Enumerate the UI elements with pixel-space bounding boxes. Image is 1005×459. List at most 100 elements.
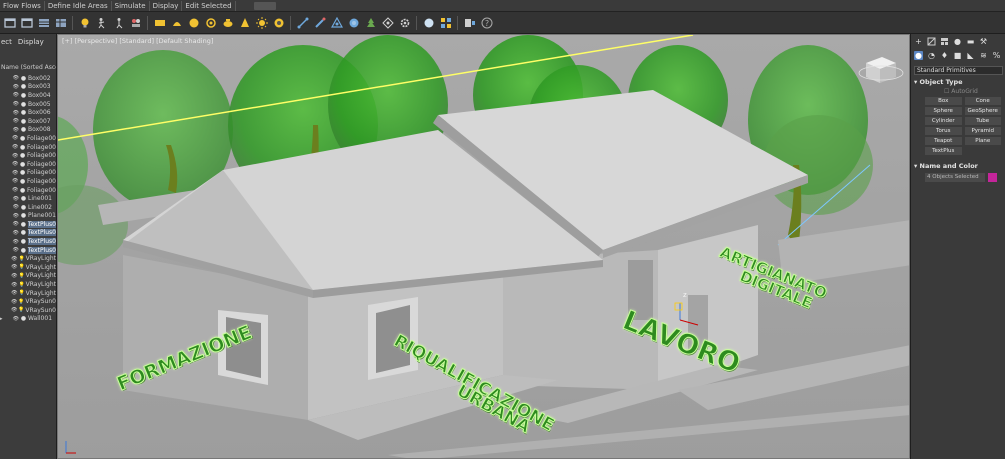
- sphere-icon[interactable]: [421, 15, 436, 30]
- perspective-viewport[interactable]: z [+] [Perspective] [Standard] [Default …: [57, 34, 910, 459]
- explorer-item[interactable]: 👁 ● Foliage00: [0, 160, 56, 169]
- cone-icon[interactable]: [237, 15, 252, 30]
- render-icon[interactable]: [462, 15, 477, 30]
- node-icon[interactable]: [295, 15, 310, 30]
- geometry-icon[interactable]: ●: [914, 50, 923, 60]
- motion-icon[interactable]: ●: [953, 37, 962, 46]
- table-icon[interactable]: [36, 15, 51, 30]
- visibility-eye-icon[interactable]: 👁: [8, 307, 17, 313]
- light-bulb-icon[interactable]: [77, 15, 92, 30]
- paint-icon[interactable]: [312, 15, 327, 30]
- explorer-item[interactable]: 👁 💡 VRayLight: [0, 272, 56, 281]
- explorer-item[interactable]: 👁 💡 VRayLight: [0, 289, 56, 298]
- primitive-button-cone[interactable]: Cone: [964, 97, 1001, 105]
- explorer-item[interactable]: 👁 ● Foliage00: [0, 186, 56, 195]
- helpers-icon[interactable]: ◣: [966, 51, 975, 60]
- table-icon[interactable]: [53, 15, 68, 30]
- object-color-swatch[interactable]: [988, 173, 997, 182]
- tab-select[interactable]: ect: [1, 38, 12, 50]
- people-icon[interactable]: [128, 15, 143, 30]
- visibility-eye-icon[interactable]: 👁: [9, 144, 18, 150]
- explorer-item[interactable]: 👁 ● Foliage00: [0, 143, 56, 152]
- globe-icon[interactable]: [346, 15, 361, 30]
- primitive-button-textplus[interactable]: TextPlus: [925, 147, 962, 155]
- visibility-eye-icon[interactable]: 👁: [9, 239, 19, 245]
- explorer-item[interactable]: 👁 ● Plane001: [0, 212, 56, 221]
- explorer-item[interactable]: 👁 ● Box006: [0, 108, 56, 117]
- plane-icon[interactable]: [169, 15, 184, 30]
- hierarchy-icon[interactable]: [940, 37, 949, 46]
- visibility-eye-icon[interactable]: 👁: [9, 273, 17, 279]
- visibility-eye-icon[interactable]: 👁: [8, 299, 17, 305]
- expand-arrow-icon[interactable]: ▸: [0, 316, 5, 322]
- primitive-button-sphere[interactable]: Sphere: [925, 107, 962, 115]
- explorer-item[interactable]: ▸ 👁 ● Wall001: [0, 315, 56, 324]
- walk-icon[interactable]: [111, 15, 126, 30]
- box-icon[interactable]: [152, 15, 167, 30]
- primitive-button-box[interactable]: Box: [925, 97, 962, 105]
- primitives-dropdown[interactable]: Standard Primitives: [914, 66, 1003, 75]
- visibility-eye-icon[interactable]: 👁: [9, 213, 19, 219]
- shapes-icon[interactable]: ◔: [927, 51, 936, 60]
- explorer-item[interactable]: 👁 ● Foliage00: [0, 169, 56, 178]
- visibility-eye-icon[interactable]: 👁: [9, 110, 19, 116]
- visibility-eye-icon[interactable]: 👁: [9, 161, 18, 167]
- primitive-button-geosphere[interactable]: GeoSphere: [964, 107, 1001, 115]
- primitive-button-cylinder[interactable]: Cylinder: [925, 117, 962, 125]
- explorer-item[interactable]: 👁 💡 VRaySun0: [0, 297, 56, 306]
- visibility-eye-icon[interactable]: 👁: [9, 84, 19, 90]
- explorer-item[interactable]: 👁 ● Box003: [0, 83, 56, 92]
- name-color-rollout[interactable]: ▾ Name and Color: [914, 162, 1003, 170]
- help-icon[interactable]: ?: [479, 15, 494, 30]
- primitive-button-torus[interactable]: Torus: [925, 127, 962, 135]
- explorer-item[interactable]: 👁 ● Foliage00: [0, 134, 56, 143]
- menu-item-define-idle-areas[interactable]: Define Idle Areas: [45, 0, 112, 11]
- explorer-item[interactable]: 👁 ● Box004: [0, 91, 56, 100]
- utilities-icon[interactable]: ⚒: [979, 37, 988, 46]
- explorer-item[interactable]: 👁 ● Box005: [0, 100, 56, 109]
- gear-icon[interactable]: [397, 15, 412, 30]
- explorer-item[interactable]: 👁 💡 VRayLight: [0, 280, 56, 289]
- window-icon[interactable]: [2, 15, 17, 30]
- sphere-icon[interactable]: [186, 15, 201, 30]
- group-icon[interactable]: [329, 15, 344, 30]
- visibility-eye-icon[interactable]: 👁: [9, 282, 17, 288]
- explorer-item[interactable]: 👁 ● TextPlus0: [0, 246, 56, 255]
- object-type-rollout[interactable]: ▾ Object Type: [914, 78, 1003, 86]
- visibility-eye-icon[interactable]: 👁: [9, 221, 19, 227]
- explorer-item[interactable]: 👁 ● Box007: [0, 117, 56, 126]
- teapot-icon[interactable]: [220, 15, 235, 30]
- explorer-item[interactable]: 👁 ● Line002: [0, 203, 56, 212]
- visibility-eye-icon[interactable]: 👁: [9, 204, 19, 210]
- visibility-eye-icon[interactable]: 👁: [9, 264, 17, 270]
- explorer-column-header[interactable]: Name (Sorted Ascen: [0, 64, 56, 71]
- visibility-eye-icon[interactable]: 👁: [9, 101, 19, 107]
- visibility-eye-icon[interactable]: 👁: [9, 187, 18, 193]
- explorer-item[interactable]: 👁 ● Foliage00: [0, 177, 56, 186]
- explorer-item[interactable]: 👁 ● Line001: [0, 194, 56, 203]
- visibility-eye-icon[interactable]: 👁: [9, 256, 17, 262]
- visibility-eye-icon[interactable]: 👁: [9, 247, 19, 253]
- primitive-button-plane[interactable]: Plane: [964, 137, 1001, 145]
- menu-item-flows[interactable]: Flow Flows: [0, 0, 45, 11]
- visibility-eye-icon[interactable]: 👁: [9, 316, 19, 322]
- autogrid-checkbox[interactable]: ☐ AutoGrid: [944, 88, 1005, 95]
- tab-display[interactable]: Display: [18, 38, 44, 50]
- sun-icon[interactable]: [254, 15, 269, 30]
- explorer-item[interactable]: 👁 ● TextPlus0: [0, 229, 56, 238]
- modify-icon[interactable]: [927, 37, 936, 46]
- object-name-field[interactable]: 4 Objects Selected: [925, 173, 985, 182]
- visibility-eye-icon[interactable]: 👁: [9, 230, 19, 236]
- explorer-item[interactable]: 👁 💡 VRaySun0: [0, 306, 56, 315]
- window-icon[interactable]: [19, 15, 34, 30]
- plus-icon[interactable]: +: [914, 37, 923, 46]
- visibility-eye-icon[interactable]: 👁: [9, 118, 19, 124]
- visibility-eye-icon[interactable]: 👁: [9, 196, 19, 202]
- visibility-eye-icon[interactable]: 👁: [9, 178, 18, 184]
- cameras-icon[interactable]: ■: [953, 51, 962, 60]
- menu-item-simulate[interactable]: Simulate: [112, 0, 150, 11]
- menu-item-edit-selected[interactable]: Edit Selected: [182, 0, 236, 11]
- visibility-eye-icon[interactable]: 👁: [9, 153, 18, 159]
- lights-icon[interactable]: ♦: [940, 51, 949, 60]
- grid-icon[interactable]: [438, 15, 453, 30]
